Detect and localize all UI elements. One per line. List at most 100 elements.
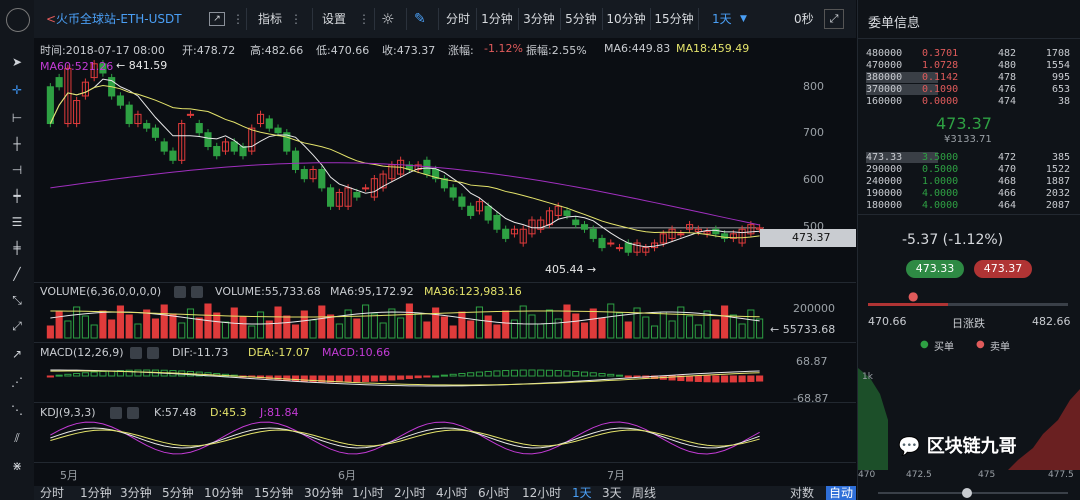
volume-bar	[738, 323, 746, 339]
macd-bar	[55, 374, 63, 377]
ma18-line	[49, 84, 760, 239]
log-scale-button[interactable]: 对数	[790, 486, 814, 500]
indicators-button[interactable]: 指标	[258, 8, 282, 30]
horizontal-segment-icon[interactable]: ⊣	[9, 162, 25, 178]
fib-fan-icon[interactable]: ⋰	[9, 374, 25, 390]
period-tab-4[interactable]: 10分钟	[602, 8, 651, 30]
volume-bar	[151, 318, 160, 339]
candle-body	[458, 196, 466, 207]
kdj-close-icon[interactable]	[127, 407, 139, 419]
buy-price-button[interactable]: 473.33	[906, 260, 964, 278]
volume-bar	[256, 311, 265, 339]
volume-bar	[659, 311, 667, 339]
macd-bar	[449, 373, 457, 377]
measure-icon[interactable]: ⋇	[9, 458, 25, 474]
volume-bar	[493, 324, 501, 339]
vertical-line-icon[interactable]: ┿	[9, 188, 25, 204]
period-tab-2[interactable]: 3分钟	[518, 8, 561, 30]
volume-bar	[195, 317, 203, 339]
draw-pen-icon[interactable]: ✎	[414, 8, 426, 30]
macd-bar	[756, 375, 764, 382]
arrow-line-icon[interactable]: ↗	[9, 346, 25, 362]
crosshair-icon[interactable]: ✛	[9, 82, 25, 98]
candle-body	[274, 127, 282, 134]
macd-bar	[414, 375, 422, 379]
sell-price-button[interactable]: 473.37	[974, 260, 1032, 278]
volume-bar	[554, 318, 562, 339]
period-tab-3[interactable]: 5分钟	[560, 8, 603, 30]
depth-scroll-track[interactable]	[878, 492, 1068, 494]
bottom-period-13[interactable]: 3天	[602, 486, 622, 500]
period-dropdown[interactable]: 1天	[712, 8, 732, 30]
kdj-d: D:45.3	[210, 406, 247, 419]
extended-line-icon[interactable]: ⤢	[9, 318, 25, 334]
kdj-title: KDJ(9,3,3)	[40, 406, 96, 419]
macd-bar	[362, 375, 370, 382]
volume-bar	[423, 321, 431, 339]
macd-bar	[143, 369, 151, 377]
bottom-period-4[interactable]: 10分钟	[204, 486, 243, 500]
parallel-lines-icon[interactable]: ╪	[9, 240, 25, 256]
bottom-period-14[interactable]: 周线	[632, 486, 656, 500]
macd-bar	[510, 369, 519, 377]
depth-axis-1k: 1k	[862, 372, 873, 382]
gann-fan-icon[interactable]: ⋱	[9, 402, 25, 418]
volume-close-icon[interactable]	[191, 286, 203, 298]
bottom-period-3[interactable]: 5分钟	[162, 486, 194, 500]
period-tab-5[interactable]: 15分钟	[650, 8, 699, 30]
kdj-settings-icon[interactable]	[110, 407, 122, 419]
bottom-period-12[interactable]: 1天	[572, 486, 592, 500]
volume-bar	[291, 324, 300, 339]
volume-bar	[186, 308, 195, 339]
bottom-period-10[interactable]: 6小时	[478, 486, 510, 500]
cursor-arrow-icon[interactable]: ➤	[9, 54, 25, 70]
horizontal-line-icon[interactable]: ┼	[9, 136, 25, 152]
macd-bar	[81, 372, 89, 377]
pitchfork-icon[interactable]: ⫽	[9, 430, 25, 446]
volume-bar	[108, 319, 116, 339]
bottom-period-7[interactable]: 1小时	[352, 486, 384, 500]
candle-body	[615, 247, 624, 250]
market-title[interactable]: 火币全球站-ETH-USDT	[56, 8, 182, 30]
fullscreen-icon[interactable]: ⤢	[824, 9, 844, 29]
ask-row-4-col-0: 160000	[866, 96, 903, 107]
price-axis-700: 700	[803, 126, 824, 139]
macd-bar	[747, 375, 755, 382]
trend-line-icon[interactable]: ╱	[9, 266, 25, 282]
volume-settings-icon[interactable]	[174, 286, 186, 298]
bid-row-3-col-0: 190000	[866, 188, 903, 199]
settings-more-icon[interactable]: ⋮	[358, 8, 370, 30]
bid-row-2-col-0: 240000	[866, 176, 903, 187]
auto-scale-button[interactable]: 自动	[826, 486, 856, 500]
horizontal-ray-icon[interactable]: ⊢	[9, 110, 25, 126]
macd-bar	[703, 375, 711, 383]
ray-line-icon[interactable]: ⤡	[9, 292, 25, 308]
period-tab-1[interactable]: 1分钟	[476, 8, 519, 30]
back-chevron-icon[interactable]: <	[46, 8, 56, 30]
macd-settings-icon[interactable]	[130, 347, 142, 359]
chevron-down-icon[interactable]: ▼	[740, 8, 747, 30]
period-tab-0[interactable]: 分时	[440, 8, 477, 30]
bottom-period-11[interactable]: 12小时	[522, 486, 561, 500]
external-link-icon[interactable]: ↗	[209, 12, 225, 26]
bottom-period-2[interactable]: 3分钟	[120, 486, 152, 500]
volume-bar	[90, 324, 98, 339]
theme-sun-icon[interactable]: ☼	[381, 8, 394, 30]
depth-scroll-handle[interactable]	[962, 488, 972, 498]
ask-row-2-col-1: 0.1142	[922, 72, 959, 83]
indicators-more-icon[interactable]: ⋮	[290, 8, 302, 30]
macd-close-icon[interactable]	[147, 347, 159, 359]
watermark: 💬 区块链九哥	[898, 436, 1017, 457]
volume-axis-top: 200000	[793, 302, 835, 315]
bottom-period-0[interactable]: 分时	[40, 486, 64, 500]
bottom-period-1[interactable]: 1分钟	[80, 486, 112, 500]
more-dots-icon[interactable]: ⋮	[232, 8, 244, 30]
macd-bar	[729, 375, 737, 383]
bottom-period-8[interactable]: 2小时	[394, 486, 426, 500]
bottom-period-9[interactable]: 4小时	[436, 486, 468, 500]
candle-body	[160, 141, 168, 152]
bottom-period-6[interactable]: 30分钟	[304, 486, 343, 500]
price-channel-icon[interactable]: ☰	[9, 214, 25, 230]
bottom-period-5[interactable]: 15分钟	[254, 486, 293, 500]
settings-button[interactable]: 设置	[322, 8, 346, 30]
